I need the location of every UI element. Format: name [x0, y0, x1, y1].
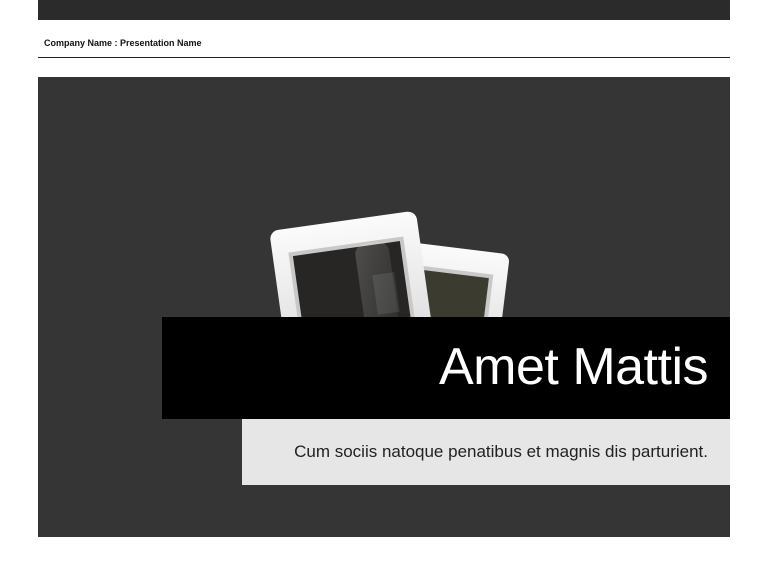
slide-canvas[interactable]: Amet Mattis Cum sociis natoque penatibus…	[38, 77, 730, 537]
slide-title[interactable]: Amet Mattis	[439, 337, 709, 397]
slide-subtitle[interactable]: Cum sociis natoque penatibus et magnis d…	[294, 441, 708, 463]
header-label: Company Name : Presentation Name	[44, 38, 202, 48]
subtitle-band: Cum sociis natoque penatibus et magnis d…	[242, 419, 730, 485]
title-band: Amet Mattis	[162, 317, 730, 419]
presentation-page: Company Name : Presentation Name Amet Ma…	[0, 0, 768, 576]
top-bar	[38, 0, 730, 20]
header-rule	[38, 57, 730, 58]
